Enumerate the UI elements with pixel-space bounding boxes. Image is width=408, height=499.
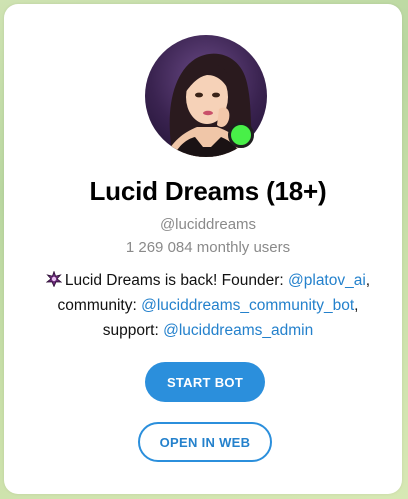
description-text: Lucid Dreams is back! Founder:	[64, 272, 289, 289]
description-text: support:	[102, 322, 164, 339]
support-link[interactable]: @luciddreams_admin	[163, 322, 313, 339]
online-status-indicator	[228, 122, 254, 148]
description-text: ,	[354, 297, 359, 314]
community-link[interactable]: @luciddreams_community_bot	[141, 297, 354, 314]
bot-profile-card: Lucid Dreams (18+) @luciddreams 1 269 08…	[4, 4, 402, 494]
start-bot-button[interactable]: START BOT	[145, 362, 265, 402]
sparkle-star-icon	[45, 270, 63, 288]
monthly-users-count: 1 269 084 monthly users	[125, 239, 291, 256]
bot-description: Lucid Dreams is back! Founder: @platov_a…	[18, 268, 398, 343]
open-in-web-button[interactable]: OPEN IN WEB	[138, 422, 272, 462]
description-text: community:	[57, 297, 142, 314]
profile-username: @luciddreams	[159, 216, 257, 233]
description-text: ,	[365, 272, 371, 289]
profile-title: Lucid Dreams (18+)	[89, 176, 327, 206]
founder-link[interactable]: @platov_ai	[288, 272, 366, 289]
avatar[interactable]	[145, 35, 267, 157]
